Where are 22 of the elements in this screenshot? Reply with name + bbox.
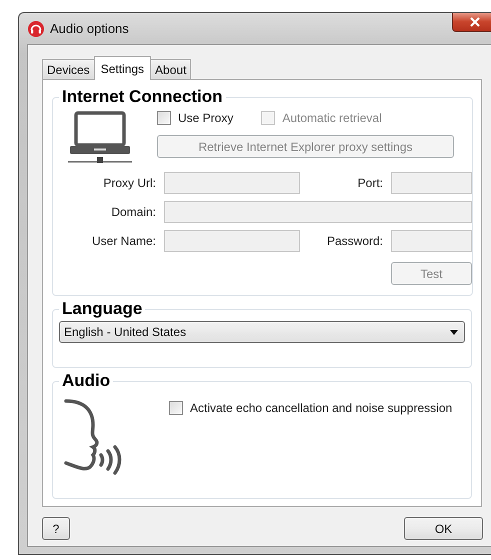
group-title: Audio [61, 371, 112, 391]
group-title: Internet Connection [61, 87, 224, 107]
laptop-icon [67, 111, 133, 165]
language-dropdown[interactable]: English - United States [59, 321, 465, 343]
help-button[interactable]: ? [42, 517, 70, 540]
close-button[interactable] [452, 13, 491, 32]
domain-label: Domain: [110, 205, 156, 219]
ok-button[interactable]: OK [404, 517, 483, 540]
headset-icon [28, 20, 44, 36]
window-title: Audio options [50, 21, 129, 36]
echo-cancellation-checkbox[interactable]: Activate echo cancellation and noise suppression [169, 401, 452, 415]
tab[interactable]: About [150, 59, 192, 79]
use-proxy-checkbox[interactable]: Use Proxy [157, 111, 234, 125]
port-label: Port: [356, 176, 383, 190]
tab[interactable]: Devices [42, 59, 95, 79]
proxy-url-label: Proxy Url: [102, 176, 156, 190]
user-name-label: User Name: [90, 234, 156, 248]
group-title: Language [61, 299, 144, 319]
password-label: Password: [326, 234, 383, 248]
close-icon [470, 16, 480, 26]
caret-icon [450, 330, 458, 334]
tab[interactable]: Settings [94, 56, 152, 80]
